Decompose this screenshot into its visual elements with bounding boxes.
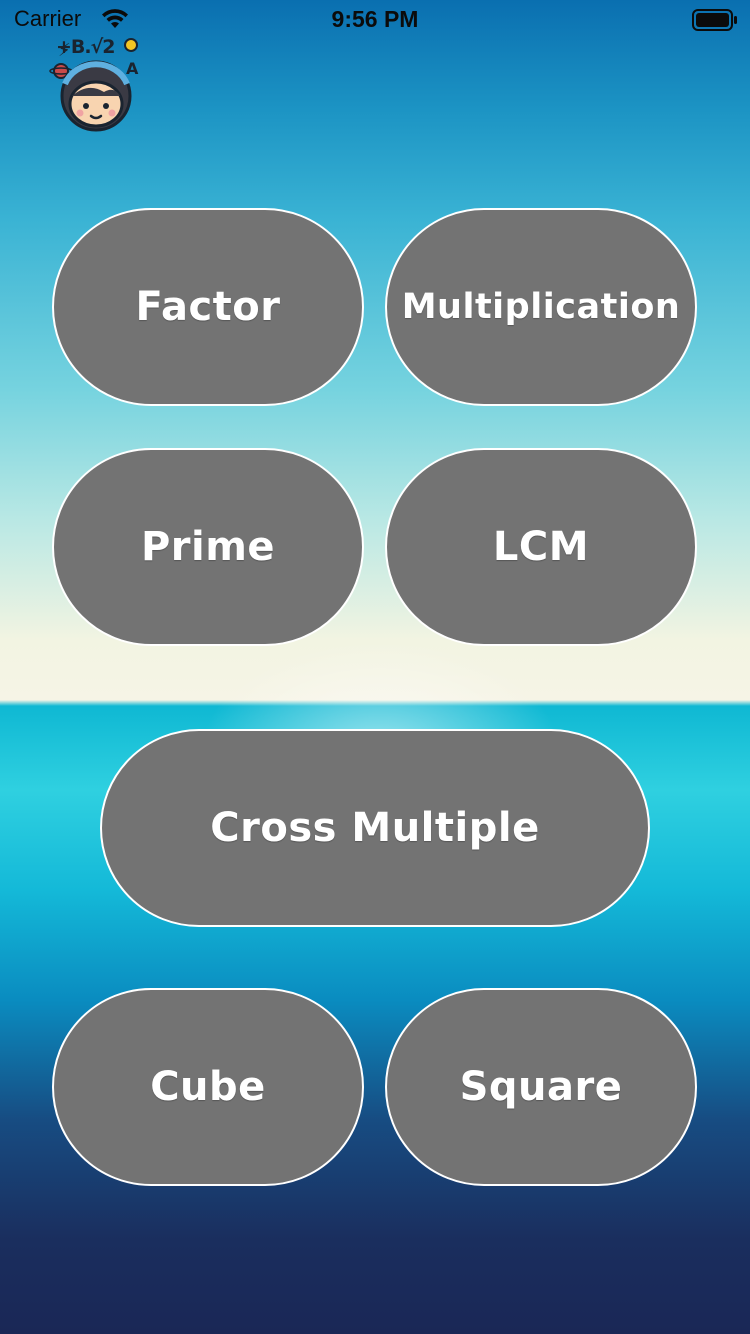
factor-button-label: Factor — [135, 284, 281, 330]
battery-icon — [692, 8, 738, 36]
square-button-label: Square — [459, 1064, 623, 1110]
square-button[interactable]: Square — [385, 988, 697, 1186]
factor-button[interactable]: Factor — [52, 208, 364, 406]
multiplication-button[interactable]: Multiplication — [385, 208, 697, 406]
status-bar: Carrier 9:56 PM — [0, 0, 750, 40]
status-time: 9:56 PM — [331, 6, 419, 32]
logo-math-text: +B.√2 — [56, 36, 116, 58]
cube-button-label: Cube — [150, 1064, 266, 1110]
cross-multiple-button[interactable]: Cross Multiple — [100, 729, 650, 927]
prime-button[interactable]: Prime — [52, 448, 364, 646]
prime-button-label: Prime — [140, 524, 276, 570]
multiplication-button-label: Multiplication — [401, 287, 681, 327]
cube-button[interactable]: Cube — [52, 988, 364, 1186]
lcm-button[interactable]: LCM — [385, 448, 697, 646]
lcm-button-label: LCM — [492, 524, 590, 570]
cross-multiple-button-label: Cross Multiple — [210, 805, 540, 851]
svg-text:A: A — [126, 59, 139, 78]
